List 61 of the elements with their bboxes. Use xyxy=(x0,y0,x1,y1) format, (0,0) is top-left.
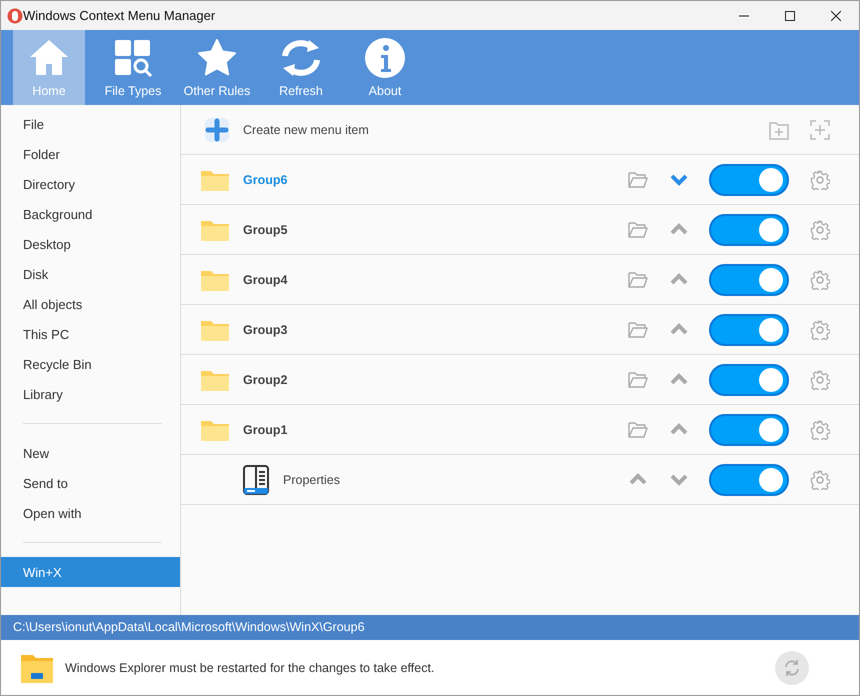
folder-icon xyxy=(201,418,229,440)
toggle-switch[interactable] xyxy=(709,264,789,296)
toggle-switch[interactable] xyxy=(709,364,789,396)
folder-icon xyxy=(21,652,53,682)
settings-icon xyxy=(810,320,830,340)
sidebar-item[interactable]: Open with xyxy=(1,498,180,528)
sidebar-item[interactable]: This PC xyxy=(1,319,180,349)
sidebar-item[interactable]: Directory xyxy=(1,169,180,199)
info-icon xyxy=(363,36,407,80)
notice-text: Windows Explorer must be restarted for the changes to take effect. xyxy=(65,660,436,674)
refresh-icon xyxy=(782,658,802,678)
create-item-link[interactable]: Create new menu item xyxy=(243,122,758,136)
restart-button[interactable] xyxy=(775,650,809,684)
add-icon xyxy=(809,118,831,140)
sidebar-item[interactable]: Desktop xyxy=(1,229,180,259)
item-label: Group1 xyxy=(243,422,288,436)
item-label: Properties xyxy=(283,472,341,486)
folder-icon xyxy=(201,318,229,340)
sidebar-item[interactable]: Folder xyxy=(1,139,180,169)
folder-icon xyxy=(628,220,648,238)
settings-icon xyxy=(810,220,830,240)
settings-icon xyxy=(810,420,830,440)
folder-icon xyxy=(628,420,648,438)
folder-icon xyxy=(628,370,648,388)
maximize-icon xyxy=(785,10,795,20)
sidebar-item[interactable]: File xyxy=(1,109,180,139)
item-label: Group6 xyxy=(243,172,288,186)
folder-icon xyxy=(628,270,648,288)
settings-icon xyxy=(810,170,830,190)
folder-icon xyxy=(201,268,229,290)
app-icon xyxy=(7,8,23,24)
status-path: C:\Users\ionut\AppData\Local\Microsoft\Windows\WinX\Group6 xyxy=(1,615,859,640)
sidebar-item[interactable]: All objects xyxy=(1,289,180,319)
folder-icon xyxy=(628,320,648,338)
sidebar-item[interactable]: Send to xyxy=(1,468,180,498)
panel-icon xyxy=(243,464,269,494)
folder-icon xyxy=(628,170,648,188)
item-label: Group5 xyxy=(243,222,288,236)
toggle-switch[interactable] xyxy=(709,464,789,496)
window-title: Windows Context Menu Manager xyxy=(23,8,216,23)
sidebar-item[interactable]: Library xyxy=(1,379,180,409)
toggle-switch[interactable] xyxy=(709,214,789,246)
sidebar-item[interactable]: New xyxy=(1,438,180,468)
settings-icon xyxy=(810,270,830,290)
settings-icon xyxy=(810,470,830,490)
settings-icon xyxy=(810,370,830,390)
folder-icon xyxy=(201,168,229,190)
plus-icon xyxy=(203,116,231,144)
toggle-switch[interactable] xyxy=(709,414,789,446)
item-label: Group2 xyxy=(243,372,288,386)
close-icon xyxy=(831,10,841,20)
sidebar-item[interactable]: Win+X xyxy=(1,557,180,587)
folder-icon xyxy=(201,218,229,240)
toggle-switch[interactable] xyxy=(709,164,789,196)
folder-icon xyxy=(201,368,229,390)
item-label: Group3 xyxy=(243,322,288,336)
item-label: Group4 xyxy=(243,272,288,286)
sidebar-item[interactable]: Disk xyxy=(1,259,180,289)
toggle-switch[interactable] xyxy=(709,314,789,346)
sidebar-item[interactable]: Background xyxy=(1,199,180,229)
sidebar-item[interactable]: Recycle Bin xyxy=(1,349,180,379)
